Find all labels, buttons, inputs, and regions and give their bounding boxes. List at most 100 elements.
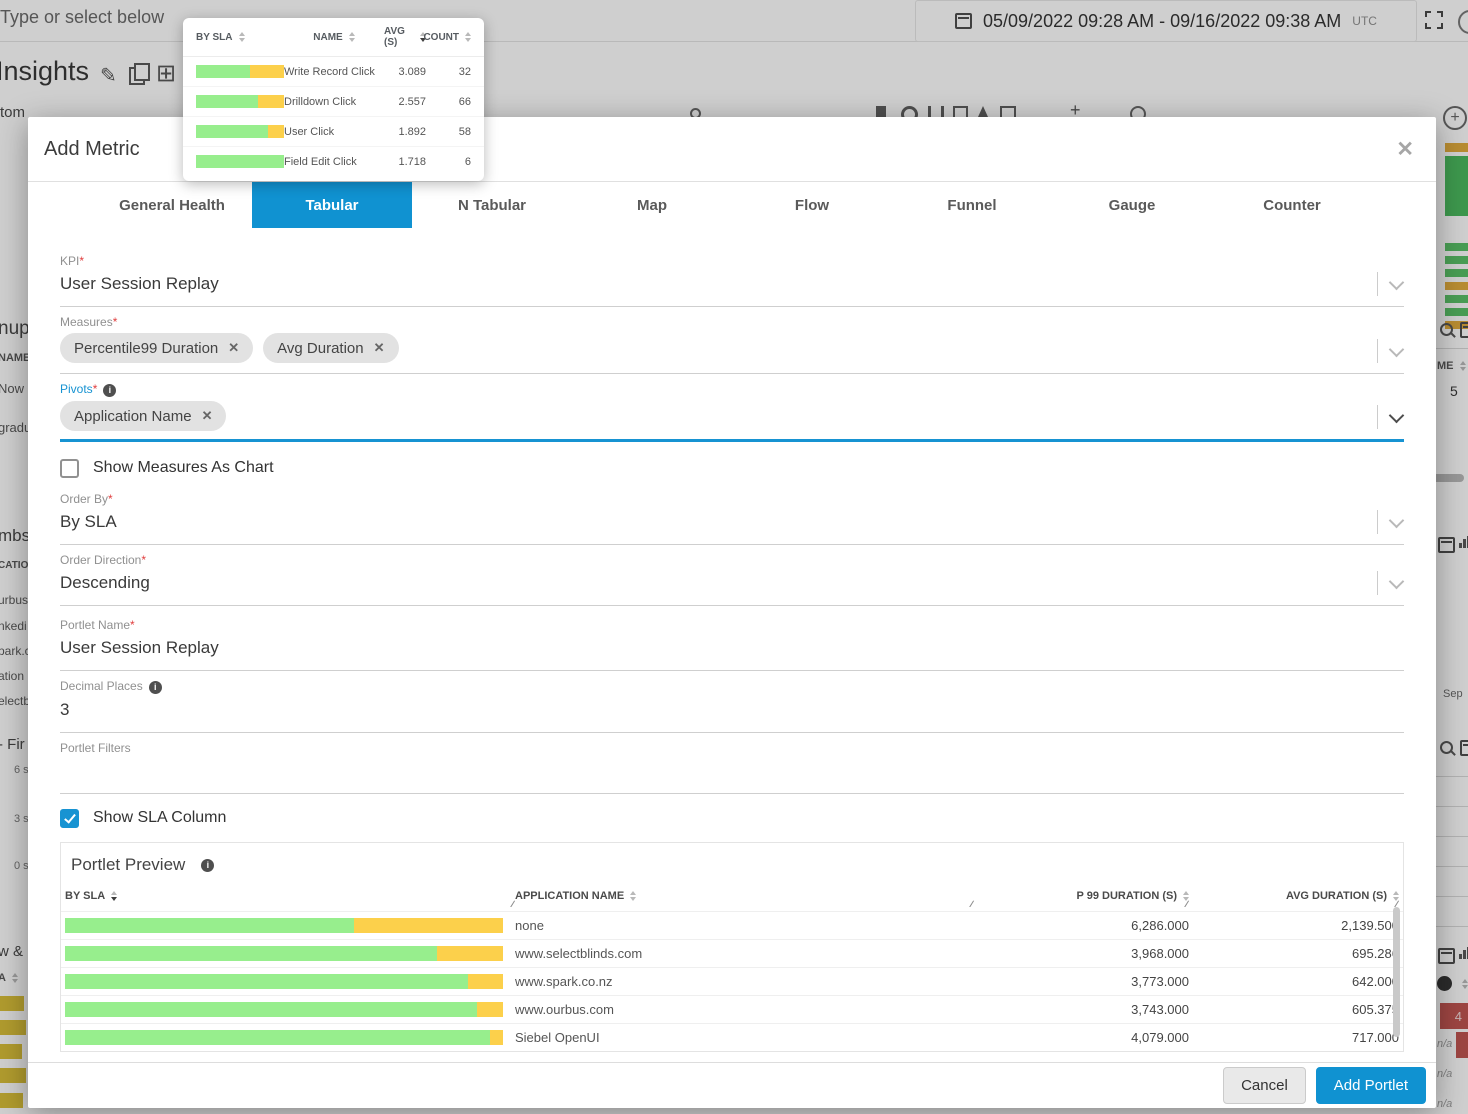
- tab-tabular[interactable]: Tabular: [252, 182, 412, 228]
- avg-duration-cell: 642.000: [1352, 974, 1399, 989]
- chevron-down-icon[interactable]: [1388, 274, 1405, 290]
- chevron-down-icon[interactable]: [1388, 573, 1405, 589]
- tab-n-tabular[interactable]: N Tabular: [412, 182, 572, 228]
- event-name-cell: Drilldown Click: [284, 95, 357, 108]
- measures-select[interactable]: Measures* Percentile99 Duration ✕ Avg Dur…: [60, 315, 1405, 374]
- kpi-value: User Session Replay: [60, 274, 219, 293]
- show-sla-column-checkbox[interactable]: [60, 808, 79, 828]
- decimal-places-value: 3: [60, 700, 70, 719]
- tooltip-col-by-sla[interactable]: BY SLA: [196, 32, 284, 43]
- pivots-select[interactable]: Pivots* i Application Name ✕: [60, 382, 1405, 442]
- count-cell: 6: [464, 155, 471, 168]
- sla-bar: [65, 1030, 503, 1045]
- p99-duration-cell: 3,968.000: [1131, 946, 1189, 961]
- sort-icon[interactable]: [630, 891, 637, 901]
- sort-icon[interactable]: [348, 32, 355, 42]
- add-metric-modal: Add Metric ✕ General Health Tabular N Ta…: [28, 117, 1436, 1108]
- count-cell: 58: [458, 125, 471, 138]
- col-header-by-sla[interactable]: BY SLA ∕∕: [65, 890, 515, 909]
- tooltip-col-avg[interactable]: AVG (S): [384, 26, 426, 48]
- preview-table-header: BY SLA ∕∕ APPLICATION NAME ∕∕ P 99 DURATIO…: [61, 881, 1403, 911]
- order-by-value: By SLA: [60, 512, 117, 531]
- show-sla-column-row: Show SLA Column: [60, 806, 1404, 830]
- sort-icon[interactable]: [238, 31, 245, 42]
- p99-duration-cell: 3,773.000: [1131, 974, 1189, 989]
- portlet-filters-label: Portlet Filters: [60, 741, 131, 755]
- pivots-label: Pivots* i: [60, 382, 1404, 397]
- info-icon[interactable]: i: [103, 384, 117, 397]
- col-header-p99-duration[interactable]: P 99 DURATION (S) ∕∕: [974, 890, 1189, 909]
- info-icon[interactable]: i: [148, 681, 162, 694]
- sla-bar: [196, 65, 284, 78]
- divider: [1377, 272, 1378, 296]
- preview-scrollbar[interactable]: [1393, 907, 1400, 1037]
- decimal-places-label: Decimal Places i: [60, 679, 1404, 694]
- application-name-cell: www.spark.co.nz: [515, 974, 613, 989]
- sla-bar: [65, 1002, 503, 1017]
- kpi-select[interactable]: KPI* User Session Replay: [60, 254, 1405, 307]
- avg-cell: 1.892: [398, 125, 426, 138]
- application-name-cell: none: [515, 918, 544, 933]
- avg-cell: 2.557: [398, 95, 426, 108]
- chevron-down-icon[interactable]: [1388, 341, 1405, 357]
- portlet-preview-title: Portlet Preview i: [61, 843, 1403, 875]
- tooltip-header: BY SLA NAME AVG (S) COUNT: [183, 18, 484, 57]
- p99-duration-cell: 6,286.000: [1131, 918, 1189, 933]
- tab-general-health[interactable]: General Health: [92, 182, 252, 228]
- tooltip-col-name[interactable]: NAME: [284, 32, 384, 43]
- tooltip-row: User Click 1.892 58: [183, 117, 484, 147]
- chevron-down-icon[interactable]: [1388, 407, 1405, 423]
- chevron-down-icon[interactable]: [1388, 512, 1405, 528]
- col-header-avg-duration[interactable]: AVG DURATION (S) ∕∕: [1189, 890, 1399, 909]
- order-by-label: Order By*: [60, 492, 113, 506]
- measure-chip[interactable]: Avg Duration ✕: [263, 333, 399, 363]
- portlet-filters-value: [60, 759, 1404, 783]
- event-name-cell: Field Edit Click: [284, 155, 357, 168]
- tab-gauge[interactable]: Gauge: [1052, 182, 1212, 228]
- tab-counter[interactable]: Counter: [1212, 182, 1372, 228]
- decimal-places-field[interactable]: Decimal Places i 3: [60, 679, 1404, 733]
- remove-chip-icon[interactable]: ✕: [202, 408, 213, 424]
- count-cell: 32: [458, 65, 471, 78]
- sort-icon[interactable]: [111, 891, 118, 901]
- preview-table-row: www.selectblinds.com 3,968.000 695.286: [61, 939, 1403, 967]
- modal-footer: Cancel Add Portlet: [28, 1062, 1436, 1108]
- cancel-button[interactable]: Cancel: [1223, 1067, 1306, 1104]
- add-portlet-button[interactable]: Add Portlet: [1315, 1067, 1426, 1104]
- col-header-application-name[interactable]: APPLICATION NAME ∕∕: [515, 890, 974, 909]
- app-root: Type or select below 05/09/2022 09:28 AM…: [0, 0, 1468, 1114]
- preview-table-row: www.ourbus.com 3,743.000 605.375: [61, 995, 1403, 1023]
- measures-label: Measures*: [60, 315, 118, 329]
- tab-funnel[interactable]: Funnel: [892, 182, 1052, 228]
- modal-title: Add Metric: [44, 137, 140, 160]
- tooltip-row: Field Edit Click 1.718 6: [183, 147, 484, 176]
- order-by-select[interactable]: Order By* By SLA: [60, 492, 1405, 545]
- show-measures-as-chart-checkbox[interactable]: [60, 458, 79, 478]
- divider: [1377, 571, 1378, 595]
- divider: [1377, 339, 1378, 363]
- portlet-name-field[interactable]: Portlet Name* User Session Replay: [60, 618, 1404, 671]
- divider: [1377, 510, 1378, 534]
- tab-map[interactable]: Map: [572, 182, 732, 228]
- preview-table-row: Siebel OpenUI 4,079.000 717.000: [61, 1023, 1403, 1051]
- info-icon[interactable]: i: [201, 858, 215, 872]
- resize-handle[interactable]: ∕∕: [971, 899, 973, 909]
- measure-chip[interactable]: Percentile99 Duration ✕: [60, 333, 254, 363]
- resize-handle[interactable]: ∕∕: [1186, 899, 1188, 909]
- show-sla-column-label: Show SLA Column: [93, 809, 227, 826]
- portlet-name-value: User Session Replay: [60, 638, 219, 657]
- order-direction-select[interactable]: Order Direction* Descending: [60, 553, 1405, 606]
- tooltip-col-count[interactable]: COUNT: [423, 32, 471, 43]
- tab-flow[interactable]: Flow: [732, 182, 892, 228]
- avg-cell: 3.089: [398, 65, 426, 78]
- sort-icon[interactable]: [465, 32, 471, 42]
- remove-chip-icon[interactable]: ✕: [374, 340, 385, 356]
- portlet-filters-field[interactable]: Portlet Filters: [60, 741, 1404, 794]
- portlet-preview-panel: Portlet Preview i BY SLA ∕∕ APPLICATION N…: [60, 842, 1404, 1052]
- resize-handle[interactable]: ∕∕: [512, 899, 514, 909]
- sla-bar: [65, 974, 503, 989]
- remove-chip-icon[interactable]: ✕: [228, 340, 239, 356]
- pivot-chip[interactable]: Application Name ✕: [60, 401, 227, 431]
- close-icon[interactable]: ✕: [1396, 137, 1414, 162]
- count-cell: 66: [458, 95, 471, 108]
